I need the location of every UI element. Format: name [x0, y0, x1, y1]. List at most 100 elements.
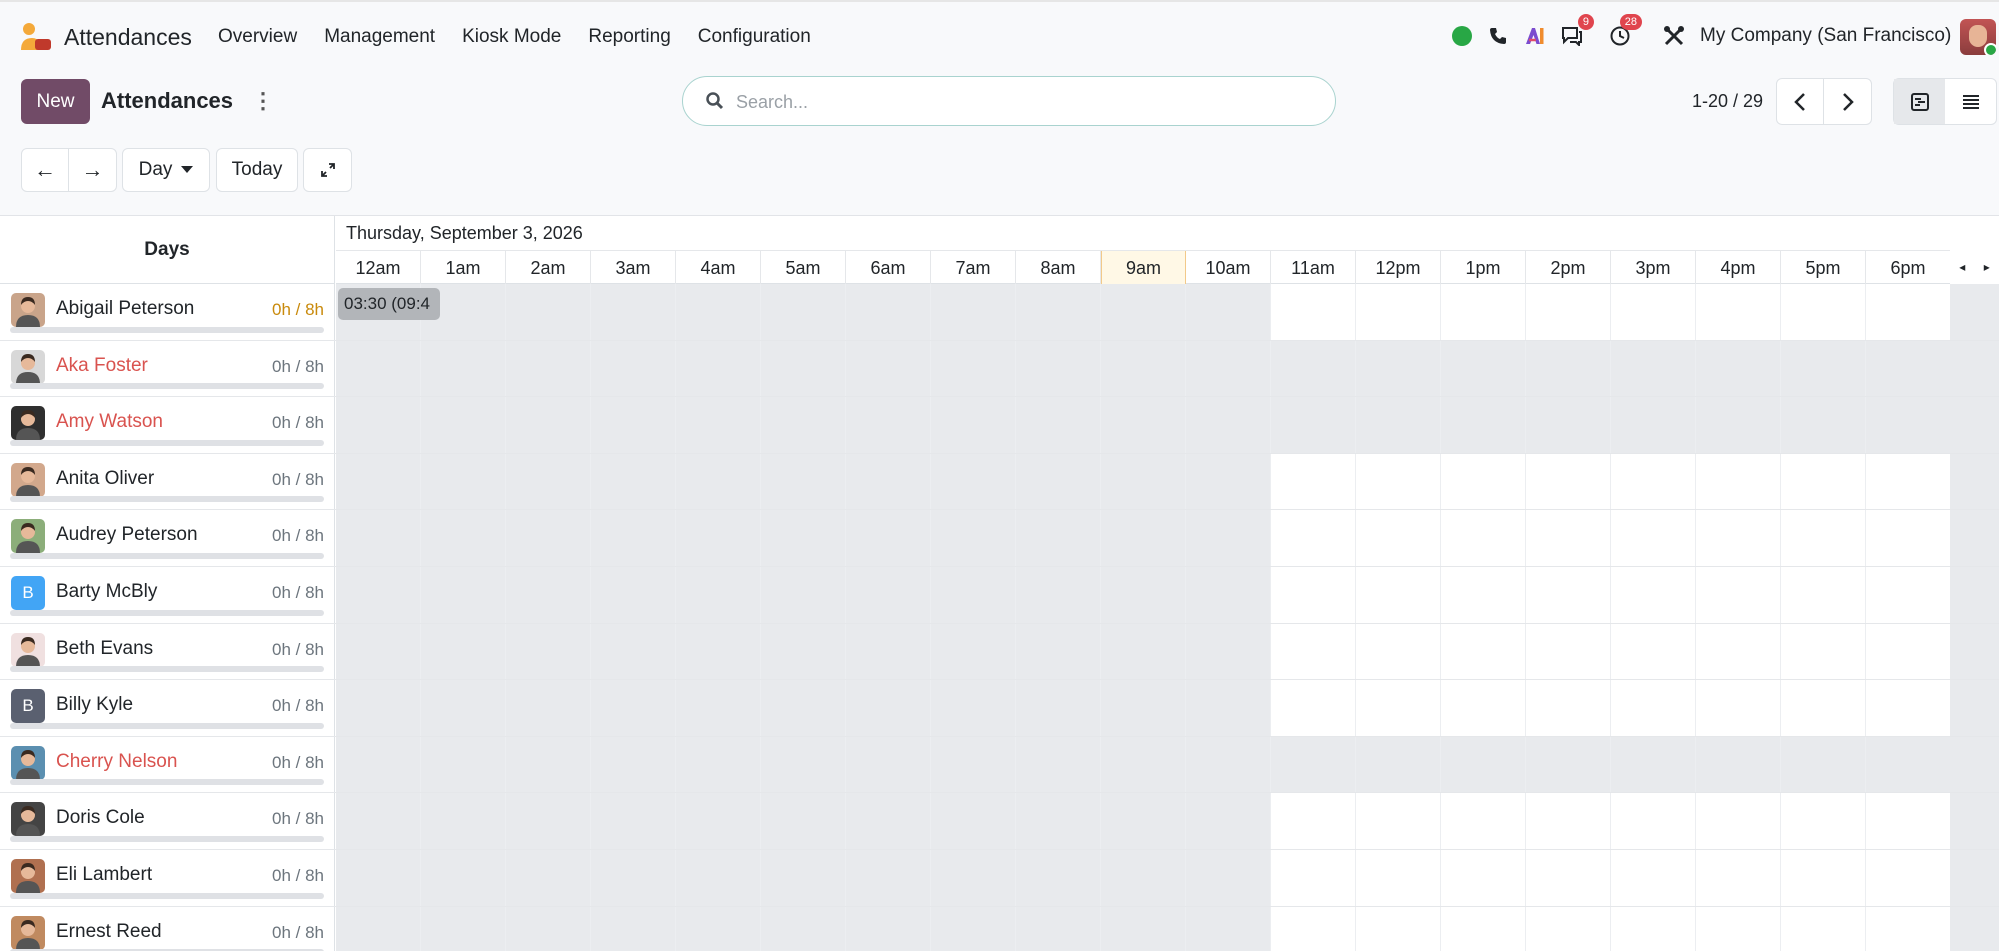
gantt-cell[interactable]	[1271, 736, 1356, 793]
gantt-cell[interactable]	[1611, 906, 1696, 951]
gantt-cell[interactable]	[591, 340, 676, 397]
gantt-cell[interactable]	[336, 849, 421, 906]
gantt-cell[interactable]	[676, 793, 761, 849]
gantt-cell[interactable]	[676, 906, 761, 951]
gantt-cell[interactable]	[1101, 736, 1186, 793]
gantt-cell[interactable]	[506, 736, 591, 793]
gantt-cell[interactable]	[846, 680, 931, 736]
gantt-cell[interactable]	[336, 793, 421, 849]
employee-row-header[interactable]: Doris Cole 0h / 8h	[0, 793, 335, 849]
gantt-cell[interactable]	[761, 397, 846, 453]
gantt-cell[interactable]	[506, 453, 591, 510]
gantt-cell[interactable]	[1441, 906, 1526, 951]
gantt-cell[interactable]	[506, 510, 591, 566]
search-bar[interactable]	[682, 76, 1336, 126]
gantt-cell[interactable]	[506, 397, 591, 453]
gantt-cell[interactable]	[336, 623, 421, 680]
gantt-cell[interactable]	[1356, 453, 1441, 510]
gantt-cell[interactable]	[1016, 284, 1101, 340]
gantt-cell[interactable]	[1441, 623, 1526, 680]
gantt-cell[interactable]	[1271, 849, 1356, 906]
attendance-record-pill[interactable]: 03:30 (09:4	[338, 288, 440, 320]
gantt-cell[interactable]	[1696, 397, 1781, 453]
scroll-right-icon[interactable]: ▸	[1984, 260, 1990, 274]
gantt-cell[interactable]	[1526, 340, 1611, 397]
employee-row-header[interactable]: Amy Watson 0h / 8h	[0, 397, 335, 453]
gantt-cell[interactable]	[1696, 566, 1781, 623]
gantt-cell[interactable]	[1611, 453, 1696, 510]
gantt-view-button[interactable]	[1894, 79, 1945, 124]
new-button[interactable]: New	[21, 79, 90, 124]
gantt-cell[interactable]	[506, 566, 591, 623]
gantt-cell[interactable]	[1186, 736, 1271, 793]
gantt-cell[interactable]	[1186, 340, 1271, 397]
gantt-cell[interactable]	[931, 793, 1016, 849]
gantt-cell[interactable]	[336, 453, 421, 510]
gantt-cell[interactable]	[676, 849, 761, 906]
gantt-cell[interactable]	[761, 906, 846, 951]
gantt-cell[interactable]	[1611, 566, 1696, 623]
search-input[interactable]	[736, 89, 1296, 115]
gantt-cell[interactable]	[676, 510, 761, 566]
gantt-cell[interactable]	[1271, 566, 1356, 623]
gantt-cell[interactable]	[336, 397, 421, 453]
gantt-cell[interactable]	[931, 849, 1016, 906]
ai-icon[interactable]	[1521, 20, 1549, 52]
gantt-cell[interactable]	[1611, 284, 1696, 340]
messages-icon[interactable]: 9	[1558, 14, 1594, 52]
gantt-cell[interactable]	[846, 906, 931, 951]
phone-icon[interactable]	[1484, 20, 1512, 52]
gantt-cell[interactable]	[1611, 849, 1696, 906]
gantt-cell[interactable]	[1271, 453, 1356, 510]
menu-overview[interactable]: Overview	[218, 26, 297, 48]
gantt-cell[interactable]	[1186, 284, 1271, 340]
gantt-cell[interactable]	[1101, 284, 1186, 340]
employee-row-header[interactable]: Anita Oliver 0h / 8h	[0, 453, 335, 510]
gantt-cell[interactable]	[931, 284, 1016, 340]
employee-row-header[interactable]: Ernest Reed 0h / 8h	[0, 906, 335, 951]
menu-reporting[interactable]: Reporting	[588, 26, 670, 48]
gantt-cell[interactable]	[1016, 623, 1101, 680]
gantt-cell[interactable]	[1101, 453, 1186, 510]
gantt-cell[interactable]	[1016, 849, 1101, 906]
gantt-cell[interactable]	[931, 906, 1016, 951]
employee-row-header[interactable]: Beth Evans 0h / 8h	[0, 623, 335, 680]
gantt-cell[interactable]	[1356, 284, 1441, 340]
gantt-cell[interactable]	[1781, 284, 1866, 340]
gantt-cell[interactable]	[1611, 510, 1696, 566]
gantt-cell[interactable]	[1271, 623, 1356, 680]
gantt-cell[interactable]	[1781, 340, 1866, 397]
gantt-cell[interactable]	[1611, 680, 1696, 736]
gantt-cell[interactable]	[1271, 284, 1356, 340]
gantt-cell[interactable]	[1016, 793, 1101, 849]
gantt-cell[interactable]	[1696, 453, 1781, 510]
gantt-cell[interactable]	[761, 340, 846, 397]
gantt-cell[interactable]	[591, 566, 676, 623]
gantt-cell[interactable]	[1781, 510, 1866, 566]
gantt-cell[interactable]	[1101, 623, 1186, 680]
gantt-cell[interactable]	[1016, 397, 1101, 453]
gantt-cell[interactable]	[1186, 510, 1271, 566]
gantt-cell[interactable]	[1101, 849, 1186, 906]
gantt-cell[interactable]	[1526, 680, 1611, 736]
gantt-cell[interactable]	[336, 510, 421, 566]
gantt-cell[interactable]	[931, 340, 1016, 397]
gantt-cell[interactable]	[1271, 793, 1356, 849]
gantt-cell[interactable]	[931, 510, 1016, 566]
gantt-cell[interactable]	[1441, 453, 1526, 510]
gantt-cell[interactable]	[1441, 849, 1526, 906]
gantt-cell[interactable]	[591, 510, 676, 566]
gantt-cell[interactable]	[421, 736, 506, 793]
gantt-cell[interactable]	[1101, 510, 1186, 566]
gantt-cell[interactable]	[1526, 623, 1611, 680]
gantt-cell[interactable]	[591, 680, 676, 736]
gantt-cell[interactable]	[1781, 849, 1866, 906]
gantt-cell[interactable]	[1186, 623, 1271, 680]
gantt-cell[interactable]	[1271, 680, 1356, 736]
gantt-cell[interactable]	[761, 284, 846, 340]
gantt-cell[interactable]	[931, 453, 1016, 510]
gantt-cell[interactable]	[1866, 793, 1951, 849]
gantt-cell[interactable]	[1186, 680, 1271, 736]
gantt-cell[interactable]	[1101, 793, 1186, 849]
gantt-cell[interactable]	[1866, 510, 1951, 566]
